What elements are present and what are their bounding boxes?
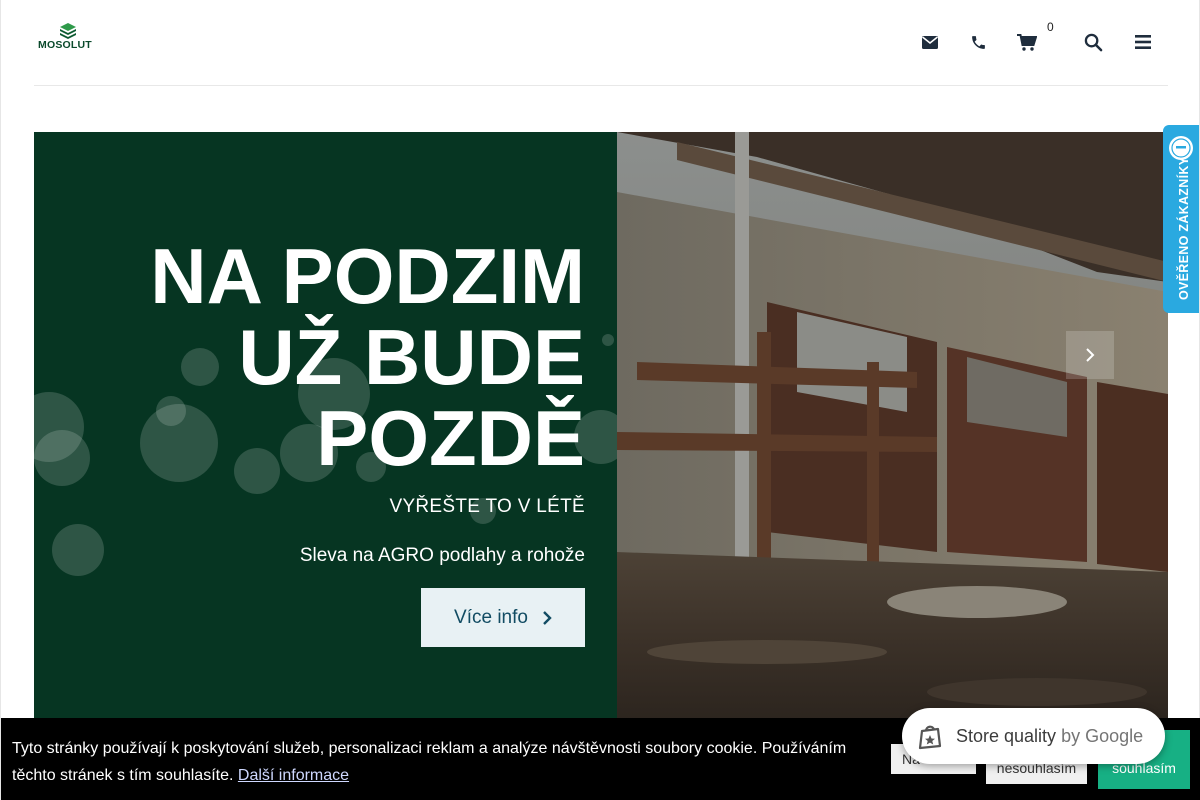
hero-description: Sleva na AGRO podlahy a rohože — [299, 545, 585, 566]
cart-count-badge: 0 — [1047, 20, 1054, 34]
logo-text: MOSOLUT — [38, 39, 92, 51]
store-quality-by: by Google — [1061, 725, 1144, 746]
hero-title-line: NA PODZIM — [150, 232, 585, 320]
hero-slider: NA PODZIM UŽ BUDE POZDĚ VYŘEŠTE TO V LÉT… — [34, 132, 1168, 732]
chevron-right-icon — [1086, 348, 1095, 362]
hero-subtitle: VYŘEŠTE TO V LÉTĚ — [389, 496, 585, 517]
more-info-link[interactable]: Další informace — [238, 767, 349, 784]
hero-title-line: POZDĚ — [316, 394, 585, 482]
decor-bubble — [52, 524, 104, 576]
page: MOSOLUT 0 NA PODZIM UŽ BUDE POZDĚ VYŘEŠT… — [0, 0, 1200, 800]
chevron-right-icon — [543, 610, 552, 625]
store-quality-label: Store quality — [956, 725, 1057, 746]
menu-icon[interactable] — [1131, 30, 1155, 54]
cookie-text-block: Tyto stránky používají k poskytování slu… — [12, 735, 872, 789]
shopping-bag-icon — [918, 725, 942, 750]
logo[interactable]: MOSOLUT — [38, 22, 98, 54]
search-icon[interactable] — [1081, 30, 1105, 54]
hero-text-panel: NA PODZIM UŽ BUDE POZDĚ VYŘEŠTE TO V LÉT… — [34, 132, 617, 732]
more-info-button-label: Více info — [454, 606, 528, 628]
hero-title-line: UŽ BUDE — [238, 313, 585, 401]
hero-title: NA PODZIM UŽ BUDE POZDĚ — [65, 236, 585, 479]
stable-photo — [617, 132, 1168, 732]
hero-image-stable — [617, 132, 1168, 732]
envelope-icon[interactable] — [918, 30, 942, 54]
cart-icon[interactable] — [1015, 30, 1039, 54]
store-quality-widget[interactable]: Store quality by Google — [902, 708, 1165, 764]
more-info-button[interactable]: Více info — [421, 588, 585, 647]
phone-icon[interactable] — [966, 30, 990, 54]
verified-customers-label: OVĚŘENO ZÁKAZNÍKY — [1177, 156, 1191, 300]
logo-mark-icon — [60, 23, 76, 39]
slider-next-button[interactable] — [1066, 331, 1114, 379]
cookie-message: Tyto stránky používají k poskytování slu… — [12, 740, 847, 784]
site-header: MOSOLUT 0 — [34, 0, 1168, 86]
decor-bubble — [602, 334, 614, 346]
